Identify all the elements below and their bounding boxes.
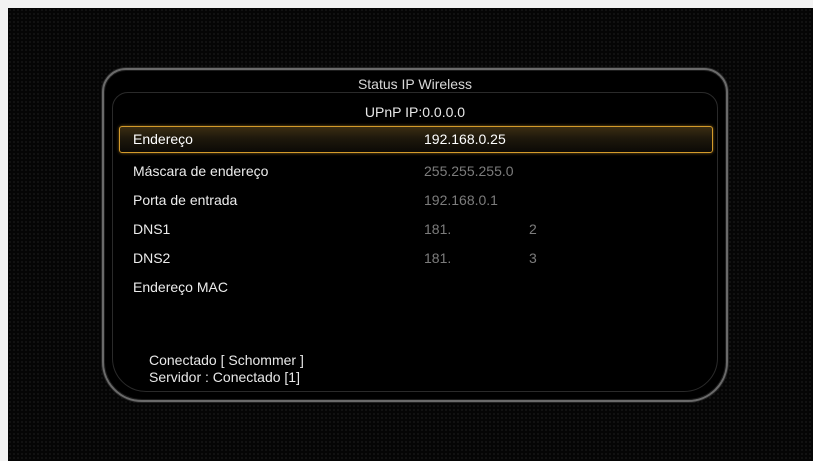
row-value: 255.255.255.0 — [424, 163, 514, 179]
row-label: Máscara de endereço — [133, 163, 269, 179]
row-label: DNS1 — [133, 221, 171, 237]
row-value: 181. — [424, 250, 452, 266]
row-address[interactable]: Endereço 192.168.0.25 — [119, 126, 713, 153]
row-dns1[interactable]: DNS1 181. 2 — [119, 215, 713, 244]
row-label: Porta de entrada — [133, 192, 238, 208]
row-value: 181. — [424, 221, 452, 237]
server-status-text: Servidor : Conectado [1] — [149, 369, 300, 385]
wireless-status-dialog: Status IP Wireless UPnP IP:0.0.0.0 Ender… — [102, 68, 728, 402]
upnp-ip-label: UPnP IP:0.0.0.0 — [364, 104, 466, 120]
network-info-list: Endereço 192.168.0.25 Máscara de endereç… — [119, 126, 713, 302]
row-value: 192.168.0.1 — [424, 192, 498, 208]
row-subnet-mask[interactable]: Máscara de endereço 255.255.255.0 — [119, 157, 713, 186]
row-value-tail: 3 — [529, 250, 537, 266]
connection-status: Conectado [ Schommer ] Servidor : Conect… — [149, 352, 304, 386]
row-dns2[interactable]: DNS2 181. 3 — [119, 244, 713, 273]
row-label: DNS2 — [133, 250, 171, 266]
row-gateway[interactable]: Porta de entrada 192.168.0.1 — [119, 186, 713, 215]
tv-screen: Status IP Wireless UPnP IP:0.0.0.0 Ender… — [8, 8, 813, 461]
dialog-title: Status IP Wireless — [357, 76, 473, 92]
row-label: Endereço MAC — [133, 279, 228, 295]
row-label: Endereço — [133, 131, 193, 147]
connection-status-text: Conectado [ Schommer ] — [149, 352, 304, 368]
row-value: 192.168.0.25 — [424, 131, 506, 147]
row-mac-address[interactable]: Endereço MAC — [119, 273, 713, 302]
row-value-tail: 2 — [529, 221, 537, 237]
